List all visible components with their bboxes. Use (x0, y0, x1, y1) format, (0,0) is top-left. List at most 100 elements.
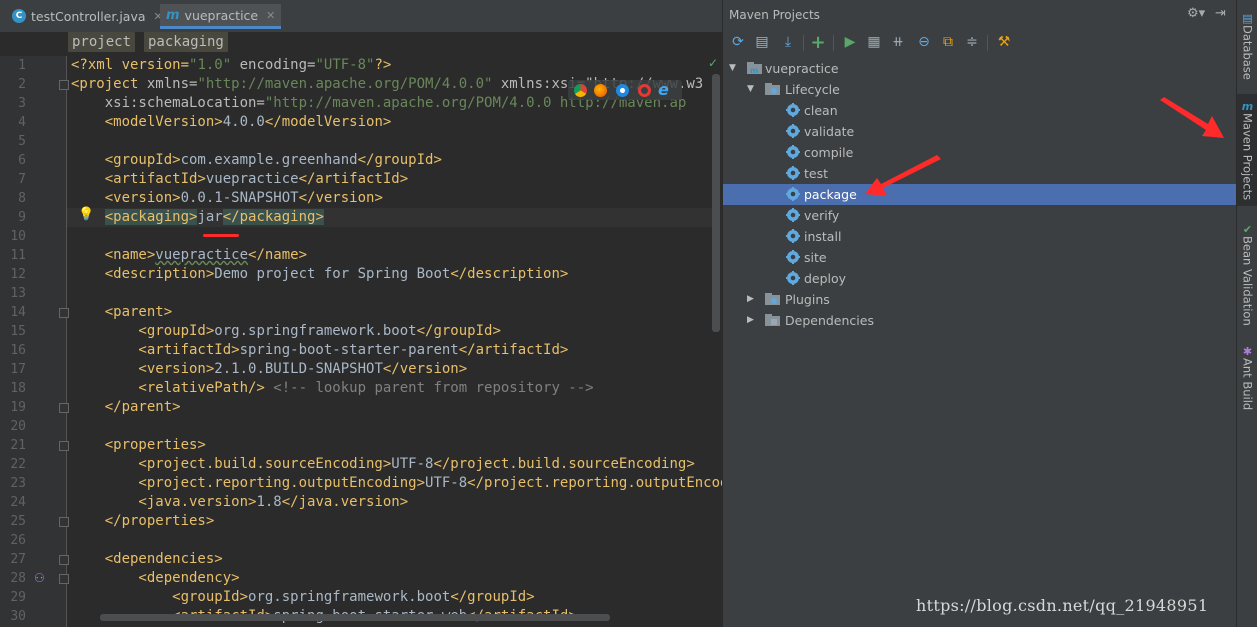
maven-icon: m (166, 7, 180, 23)
maven-settings-icon[interactable]: ⚒ (995, 33, 1013, 51)
breadcrumb-item-packaging[interactable]: packaging (144, 32, 228, 52)
line-number: 22 (10, 457, 26, 472)
download-icon[interactable]: ⤓ (779, 33, 797, 51)
lifecycle-phase-install[interactable]: install (723, 226, 1237, 247)
lifecycle-phase-label: compile (804, 145, 854, 160)
tree-item-project[interactable]: ▼ m vuepractice (723, 58, 1237, 79)
side-tab-database[interactable]: ▤ Database (1237, 8, 1257, 84)
lifecycle-phase-deploy[interactable]: deploy (723, 268, 1237, 289)
fold-marker[interactable] (59, 441, 69, 451)
close-icon[interactable]: ✕ (266, 9, 275, 22)
tree-item-dependencies[interactable]: ▶ Dependencies (723, 310, 1237, 331)
line-number: 25 (10, 514, 26, 529)
toolbar-separator (987, 35, 988, 51)
tab-testcontroller[interactable]: C testController.java ✕ (6, 4, 169, 28)
lifecycle-phase-compile[interactable]: compile (723, 142, 1237, 163)
lifecycle-phase-label: deploy (804, 271, 847, 286)
code-line-14: <parent> (71, 304, 173, 320)
line-number: 30 (10, 609, 26, 624)
editor-horizontal-scrollbar[interactable] (100, 614, 610, 621)
line-number: 13 (10, 286, 26, 301)
firefox-icon[interactable] (594, 84, 607, 97)
line-number: 7 (18, 172, 26, 187)
lifecycle-folder-icon (765, 83, 780, 95)
line-number: 14 (10, 305, 26, 320)
toolbar-separator (833, 35, 834, 51)
code-editor[interactable]: 1 2 3 4 5 6 7 8 9 10 11 12 13 14 15 16 17 18 19 20 21 22 23 24 2… (0, 56, 722, 627)
lifecycle-phase-package[interactable]: package (723, 184, 1237, 205)
line-number: 2 (18, 77, 26, 92)
code-line-24: <java.version>1.8</java.version> (71, 494, 409, 510)
line-number: 19 (10, 400, 26, 415)
lifecycle-phase-site[interactable]: site (723, 247, 1237, 268)
opera-icon[interactable] (638, 84, 651, 97)
maven-icon: m (1241, 99, 1254, 113)
code-line-16: <artifactId>spring-boot-starter-parent</… (71, 342, 569, 358)
fold-marker[interactable] (59, 80, 69, 90)
line-number: 5 (18, 134, 26, 149)
code-line-27: <dependencies> (71, 551, 223, 567)
lifecycle-phase-label: verify (804, 208, 840, 223)
run-icon[interactable]: ▶ (841, 33, 859, 51)
code-line-11: <name>vuepractice</name> (71, 247, 308, 263)
code-line-18: <relativePath/> <!-- lookup parent from … (71, 380, 594, 396)
ie-icon[interactable]: e (658, 80, 669, 99)
code-line-28: <dependency> (71, 570, 240, 586)
tab-vuepractice[interactable]: m vuepractice ✕ (160, 4, 282, 29)
expanded-arrow-icon[interactable]: ▼ (747, 79, 754, 100)
collapsed-arrow-icon[interactable]: ▶ (747, 310, 754, 331)
lifecycle-phase-verify[interactable]: verify (723, 205, 1237, 226)
fold-marker[interactable] (59, 574, 69, 584)
panel-header: Maven Projects ⚙▾ ⇥ (723, 0, 1237, 30)
plugins-label: Plugins (785, 292, 830, 307)
lifecycle-gear-icon (786, 250, 800, 264)
fold-marker[interactable] (59, 555, 69, 565)
svg-text:m: m (750, 66, 758, 74)
side-tab-bean-validation[interactable]: ✔ Bean Validation (1237, 222, 1257, 326)
add-icon[interactable]: + (809, 32, 827, 53)
line-number: 10 (10, 229, 26, 244)
generate-sources-icon[interactable]: ▤ (753, 33, 771, 51)
fold-marker[interactable] (59, 308, 69, 318)
lifecycle-phase-label: clean (804, 103, 838, 118)
lifecycle-gear-icon (786, 229, 800, 243)
breadcrumb-item-project[interactable]: project (68, 32, 136, 52)
side-tab-label: Database (1240, 25, 1255, 80)
panel-title: Maven Projects (729, 8, 820, 22)
code-line-8: <version>0.0.1-SNAPSHOT</version> (71, 190, 383, 206)
execute-goal-icon[interactable]: ▦ (865, 33, 883, 51)
lifecycle-gear-icon (786, 124, 800, 138)
maven-project-tree: ▼ m vuepractice ▼ Lifecycle clean validat… (723, 58, 1237, 618)
show-dependencies-icon[interactable]: ⧉ (939, 33, 957, 51)
hide-panel-icon[interactable]: ⇥ (1215, 6, 1226, 21)
line-number: 8 (18, 191, 26, 206)
safari-icon[interactable] (616, 84, 629, 97)
lifecycle-phase-label: validate (804, 124, 855, 139)
fold-marker[interactable] (59, 403, 69, 413)
lifecycle-phase-test[interactable]: test (723, 163, 1237, 184)
side-tab-maven-projects[interactable]: m Maven Projects (1237, 94, 1257, 206)
chrome-icon[interactable] (574, 84, 587, 97)
lifecycle-gear-icon (786, 187, 800, 201)
gear-icon[interactable]: ⚙▾ (1187, 6, 1205, 21)
code-line-1: <?xml version="1.0" encoding="UTF-8"?> (71, 57, 392, 73)
line-number: 1 (18, 58, 26, 73)
line-number: 20 (10, 419, 26, 434)
skip-tests-icon[interactable]: ⊖ (915, 33, 933, 51)
editor-vertical-scrollbar[interactable] (712, 74, 720, 332)
side-tab-ant-build[interactable]: ✱ Ant Build (1237, 342, 1257, 414)
lifecycle-gear-icon (786, 208, 800, 222)
tree-item-plugins[interactable]: ▶ Plugins (723, 289, 1237, 310)
implemented-marker-icon[interactable]: ⚇ (34, 571, 45, 585)
expanded-arrow-icon[interactable]: ▼ (729, 58, 736, 79)
tab-label: testController.java (31, 8, 146, 24)
reimport-icon[interactable]: ⟳ (729, 33, 747, 51)
fold-marker[interactable] (59, 517, 69, 527)
annotation-arrow-icon (1160, 97, 1224, 138)
project-label: vuepractice (765, 61, 839, 76)
collapsed-arrow-icon[interactable]: ▶ (747, 289, 754, 310)
toggle-offline-icon[interactable]: ⧺ (889, 33, 907, 51)
maven-toolbar: ⟳ ▤ ⤓ + ▶ ▦ ⧺ ⊖ ⧉ ≑ ⚒ (723, 30, 1237, 56)
line-number: 12 (10, 267, 26, 282)
collapse-all-icon[interactable]: ≑ (963, 33, 981, 51)
